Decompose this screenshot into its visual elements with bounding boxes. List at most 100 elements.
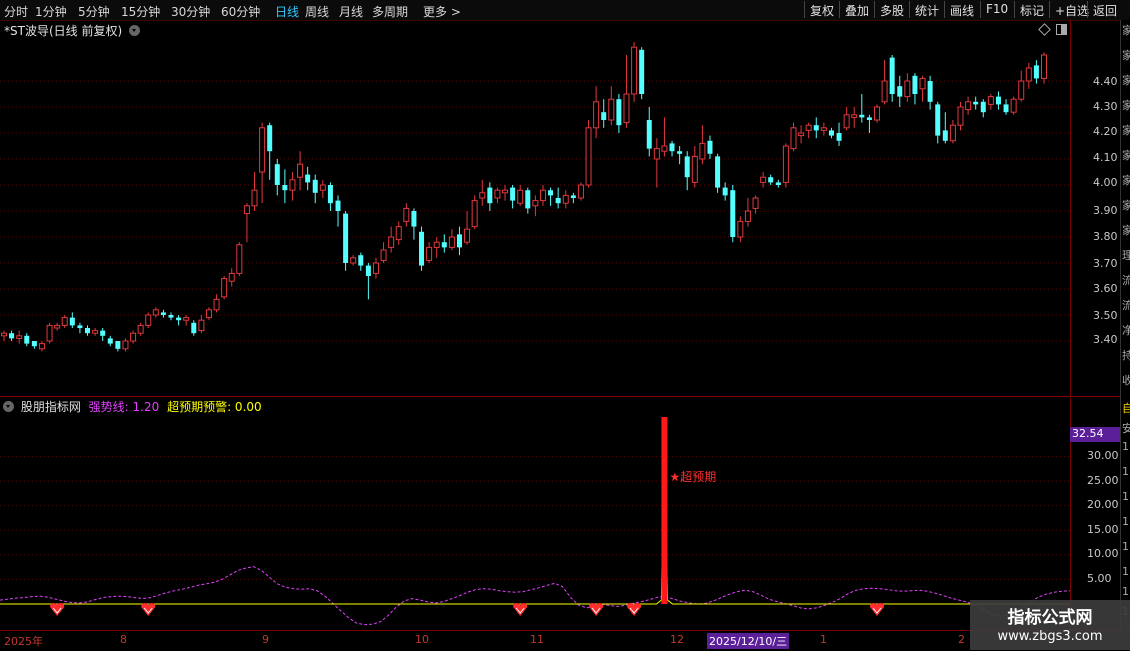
candle-body [100, 330, 106, 336]
candle-body [715, 156, 721, 188]
candle-body [9, 333, 15, 339]
candle-body [77, 325, 83, 328]
candle-body [395, 226, 402, 241]
candle-body [479, 192, 486, 199]
candle-body [866, 117, 872, 120]
candle-body [107, 338, 113, 344]
strip-char: 家 [1122, 47, 1130, 63]
heart-signal-icon [513, 603, 528, 616]
price-tick: 3.50 [1093, 309, 1118, 322]
candle-body [448, 236, 455, 248]
candle-body [236, 244, 243, 274]
candle-body [372, 262, 379, 274]
price-tick: 4.10 [1093, 151, 1118, 164]
candle-body [653, 148, 660, 160]
candle-body [122, 340, 129, 350]
candle-body [790, 127, 797, 150]
candle-body [198, 319, 205, 332]
price-tick: 3.90 [1093, 204, 1118, 217]
candle-body [881, 80, 888, 103]
candle-body [532, 200, 539, 207]
candle-body [61, 317, 68, 326]
heart-signal-icon [141, 603, 156, 616]
indicator-tick: 20.00 [1087, 498, 1119, 511]
candle-body [851, 114, 858, 118]
selected-date-label: 2025/12/10/三 [707, 633, 790, 649]
candle-body [388, 236, 395, 248]
signal-label: ★超预期 [669, 469, 716, 484]
indicator-tick: 30.00 [1087, 449, 1119, 462]
candle-body [973, 101, 979, 105]
candle-body [935, 104, 941, 136]
candle-body [843, 114, 850, 129]
candle-body [433, 241, 440, 248]
candle-body [510, 187, 516, 201]
strip-char: 1 [1122, 490, 1129, 503]
candle-body [836, 133, 842, 141]
candle-body [1033, 65, 1039, 79]
strip-char: 流 [1122, 297, 1130, 313]
candle-body [38, 343, 45, 350]
date-label: 2025年 [4, 635, 43, 648]
candle-body [616, 99, 622, 126]
strip-char: 流 [1122, 272, 1130, 288]
indicator-tick: 25.00 [1087, 474, 1119, 487]
back-button[interactable]: 返回 [1087, 1, 1122, 18]
candle-body [987, 96, 994, 105]
candle-body [319, 184, 326, 191]
candle-body [1003, 104, 1009, 113]
candle-body [684, 156, 690, 178]
super-expectation-bar [661, 417, 668, 604]
chart-canvas[interactable]: ★超预期 [0, 0, 1070, 630]
side-info-strip[interactable]: 家 家 家 家 家 家 家 家 家 理 流 流 净 持 收 自 安 1 1 1 … [1120, 20, 1130, 630]
candle-body [805, 124, 812, 131]
candle-body [16, 335, 23, 339]
candle-body [889, 57, 895, 94]
indicator-tick: 5.00 [1087, 572, 1112, 585]
candle-body [548, 190, 554, 196]
candle-body [744, 210, 751, 222]
candle-body [1018, 80, 1025, 100]
candle-body [957, 106, 964, 126]
candle-body [130, 332, 137, 342]
candle-body [873, 106, 880, 121]
candle-body [1, 332, 7, 337]
candle-body [213, 298, 220, 311]
candle-body [365, 265, 371, 276]
strip-char: 1 [1122, 565, 1129, 578]
candle-body [904, 80, 911, 98]
strip-char: 家 [1122, 147, 1130, 163]
candle-body [631, 46, 638, 95]
candle-body [768, 177, 774, 183]
candle-body [411, 211, 417, 227]
candle-body [228, 272, 235, 282]
candle-body [730, 190, 736, 237]
candle-body [775, 182, 781, 185]
strip-char: 家 [1122, 197, 1130, 213]
candle-body [137, 324, 144, 334]
candle-body [183, 317, 190, 321]
heart-signal-icon [50, 603, 65, 616]
strip-char: 家 [1122, 97, 1130, 113]
candle-body [919, 77, 926, 90]
candle-body [525, 190, 531, 209]
candle-body [403, 207, 410, 222]
date-label: 11 [530, 633, 544, 646]
current-value-badge: 32.54 [1070, 427, 1120, 442]
indicator-tick: 15.00 [1087, 523, 1119, 536]
candle-body [661, 145, 668, 152]
date-label: 8 [120, 633, 127, 646]
candle-body [562, 194, 569, 204]
strip-char: 家 [1122, 122, 1130, 138]
candle-body [69, 317, 75, 326]
candle-body [699, 142, 706, 160]
strip-char: 1 [1122, 465, 1129, 478]
candle-body [601, 112, 607, 120]
candle-body [1010, 98, 1017, 113]
candle-body [176, 317, 182, 321]
heart-signal-icon [589, 603, 604, 616]
strip-char: 1 [1122, 585, 1129, 598]
candle-body [205, 309, 212, 319]
candle-body [251, 189, 258, 207]
candle-body [380, 249, 387, 261]
